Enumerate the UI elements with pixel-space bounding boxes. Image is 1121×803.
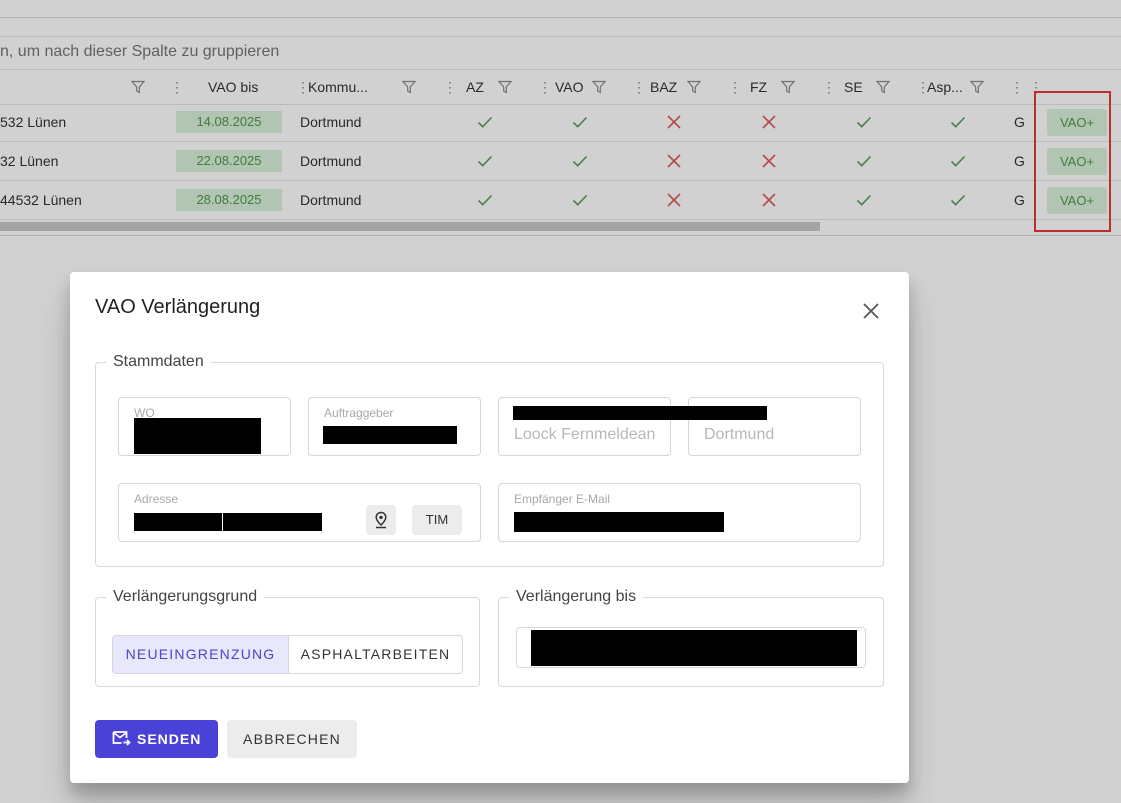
extension-date-input[interactable] [516,627,866,668]
vao-extension-dialog: VAO Verlängerung Stammdaten WO Auftragge… [70,272,909,783]
close-icon[interactable] [860,300,882,322]
city-value: Dortmund [704,426,775,443]
redacted-value [223,513,322,531]
reason-legend: Verlängerungsgrund [113,588,258,605]
map-location-button[interactable] [366,505,396,535]
redacted-value [531,630,857,666]
redacted-label [513,406,767,420]
recipient-email-field[interactable]: Empfänger E-Mail [498,483,861,542]
reason-toggle-group: NEUEINGRENZUNG ASPHALTARBEITEN [112,635,463,674]
reason-option-asphaltarbeiten[interactable]: ASPHALTARBEITEN [289,636,462,673]
auftraggeber-label: Auftraggeber [324,406,394,420]
auftraggeber-field[interactable]: Auftraggeber [308,397,481,456]
send-mail-icon [112,731,131,746]
adresse-label: Adresse [134,492,179,506]
company-value: Loock Fernmeldeanlagen [514,426,656,443]
stammdaten-legend: Stammdaten [113,353,204,370]
send-button-label: SENDEN [137,731,202,747]
wo-field[interactable]: WO [118,397,291,456]
tim-button[interactable]: TIM [412,505,462,535]
reason-option-neueingrenzung[interactable]: NEUEINGRENZUNG [113,636,289,673]
adresse-field[interactable]: Adresse TIM [118,483,481,542]
cancel-button[interactable]: ABBRECHEN [227,720,357,758]
recipient-email-label: Empfänger E-Mail [514,492,611,506]
reason-section: Verlängerungsgrund NEUEINGRENZUNG ASPHAL… [95,589,480,687]
redacted-value [134,418,261,454]
redacted-value [134,513,222,531]
location-pin-icon [375,511,387,529]
send-button[interactable]: SENDEN [95,720,218,758]
dialog-title: VAO Verlängerung [95,296,261,318]
redacted-value [323,426,457,444]
redacted-value [514,512,724,532]
extension-until-legend: Verlängerung bis [516,588,637,605]
